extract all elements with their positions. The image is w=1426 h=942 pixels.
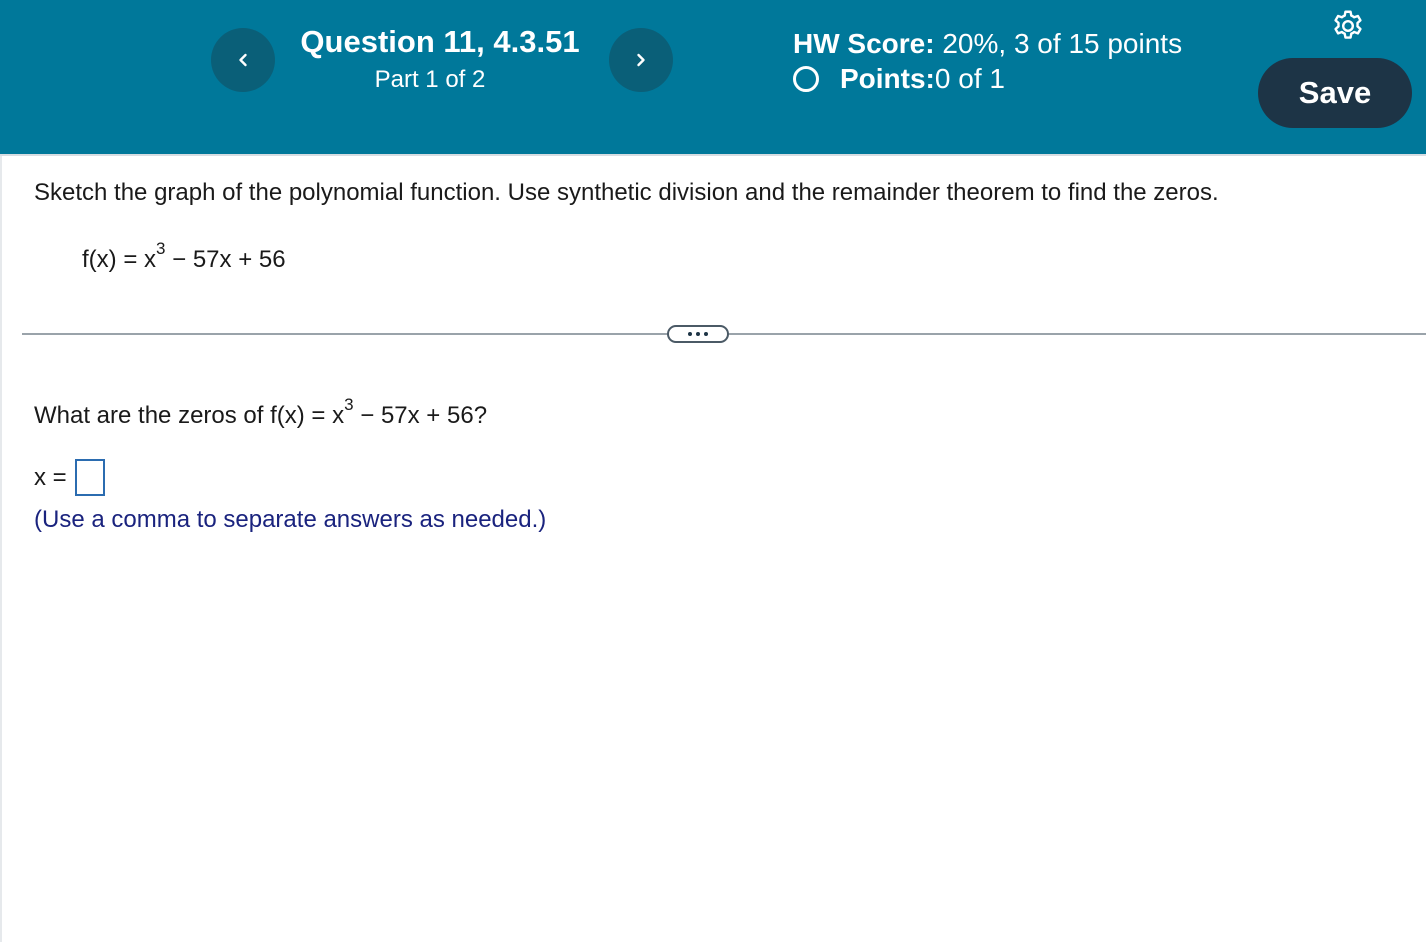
points-value: 0 of 1 [934,63,1005,94]
chevron-right-icon [637,53,645,67]
points-status: Points: 0 of 1 [793,63,1005,95]
function-exponent: 3 [156,239,166,258]
chevron-left-icon [239,53,247,67]
answer-input[interactable] [74,459,105,496]
next-question-button[interactable] [609,28,673,92]
more-dot-icon [688,332,692,336]
answer-label: x = [34,463,67,491]
previous-question-button[interactable] [211,28,275,92]
question-suffix: − 57x + 56? [353,402,488,429]
answer-row: x = [34,459,105,496]
function-rhs: − 57x + 56 [165,246,286,273]
problem-instructions: Sketch the graph of the polynomial funct… [34,179,1219,206]
show-more-button[interactable] [667,325,729,343]
more-dot-icon [696,332,700,336]
question-part: Part 1 of 2 [374,66,486,93]
answer-hint: (Use a comma to separate answers as need… [34,506,547,533]
hw-score-label: HW Score: [793,28,935,59]
header-bar: Question 11, 4.3.51 Part 1 of 2 HW Score… [0,0,1426,156]
save-button[interactable]: Save [1258,58,1412,128]
content-left-border [0,156,2,942]
hw-score-value: 20%, 3 of 15 points [934,28,1183,59]
hw-score: HW Score: 20%, 3 of 15 points [793,28,1182,60]
gear-icon[interactable] [1330,8,1366,44]
question-title: Question 11, 4.3.51 [300,24,580,59]
more-dot-icon [704,332,708,336]
question-exponent: 3 [344,395,354,414]
question-prefix: What are the zeros of f(x) = x [34,402,345,429]
status-circle-icon [793,66,819,92]
question-text: What are the zeros of f(x) = x3 − 57x + … [34,396,488,430]
function-lhs: f(x) = x [82,246,157,273]
function-definition: f(x) = x3 − 57x + 56 [82,240,286,274]
points-label: Points: [840,63,935,94]
